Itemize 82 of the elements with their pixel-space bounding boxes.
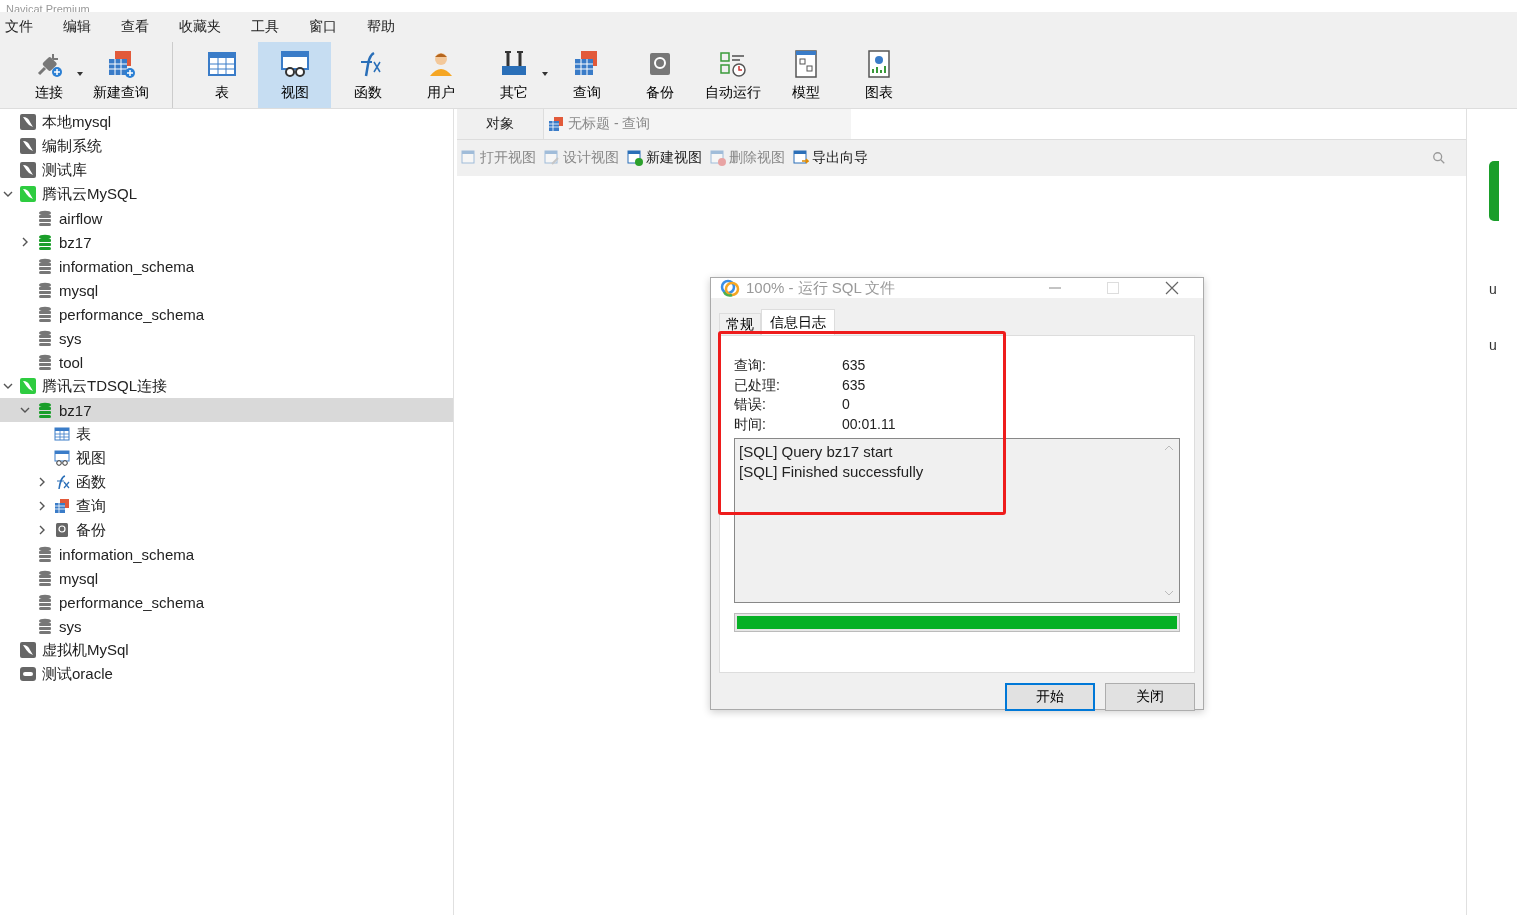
tree-item[interactable]: 测试oracle [0, 662, 453, 686]
view-open-icon [461, 150, 477, 166]
tree-item[interactable]: airflow [0, 206, 453, 230]
oracle-icon [20, 666, 36, 682]
toolbar-button[interactable]: 函数 [331, 42, 404, 108]
view-export-icon [793, 150, 809, 166]
view-icon [278, 48, 311, 80]
toolbar-button[interactable]: 备份 [623, 42, 696, 108]
panel-text: u [1489, 281, 1498, 297]
stat-label: 时间: [734, 414, 767, 434]
tree-item[interactable]: sys [0, 614, 453, 638]
tree-item[interactable]: 腾讯云MySQL [0, 182, 453, 206]
stat-value: 635 [842, 375, 867, 395]
toolbar-button[interactable]: 查询 [550, 42, 623, 108]
close-icon[interactable] [1165, 281, 1179, 295]
log-line: [SQL] Query bz17 start [739, 442, 894, 462]
scroll-up-icon[interactable] [1164, 445, 1174, 451]
tree-item[interactable]: mysql [0, 278, 453, 302]
query-icon [54, 498, 70, 514]
function-icon [54, 474, 70, 490]
toolbar-button[interactable]: 新建查询 [85, 42, 173, 108]
toolbar-button[interactable]: 用户 [404, 42, 477, 108]
dropdown-arrow-icon [77, 72, 83, 76]
tab[interactable]: 对象 [457, 109, 543, 139]
tree-item[interactable]: 表 [0, 422, 453, 446]
tree-item[interactable]: bz17 [0, 398, 453, 422]
stat-label: 查询: [734, 356, 767, 375]
menu-item[interactable]: 帮助 [367, 16, 395, 38]
menu-item[interactable]: 工具 [251, 16, 279, 38]
tree-item[interactable]: bz17 [0, 230, 453, 254]
stat-label: 错误: [734, 395, 767, 414]
stat-label: 已处理: [734, 375, 781, 395]
backup-icon [54, 522, 70, 538]
stat-value: 0 [842, 395, 851, 414]
toolbar-button[interactable]: 连接 [12, 42, 85, 108]
tree-item[interactable]: performance_schema [0, 590, 453, 614]
toolbar-button[interactable]: 新建视图 [627, 149, 702, 167]
stat-value: 635 [842, 356, 867, 375]
tree-item[interactable]: information_schema [0, 254, 453, 278]
maximize-icon[interactable] [1107, 282, 1119, 294]
view-new-icon [627, 150, 643, 166]
toolbar-button[interactable]: 视图 [258, 42, 331, 108]
query-icon [548, 116, 564, 132]
toolbar-button[interactable]: 其它 [477, 42, 550, 108]
tree-item[interactable]: sys [0, 326, 453, 350]
tree-item[interactable]: 编制系统 [0, 134, 453, 158]
toolbar-button[interactable]: 自动运行 [696, 42, 769, 108]
menu-item[interactable]: 窗口 [309, 16, 337, 38]
tree-item[interactable]: mysql [0, 566, 453, 590]
toolbar-button[interactable]: 表 [185, 42, 258, 108]
toolbar-button[interactable]: 导出向导 [793, 149, 868, 167]
dropdown-arrow-icon [542, 72, 548, 76]
tree-item[interactable]: 腾讯云TDSQL连接 [0, 374, 453, 398]
tree-item[interactable]: 虚拟机MySql [0, 638, 453, 662]
panel-text: u [1489, 337, 1498, 353]
tree-item[interactable]: 函数 [0, 470, 453, 494]
tree-item[interactable]: 查询 [0, 494, 453, 518]
view-delete-icon [710, 150, 726, 166]
stat-value: 00:01.11 [842, 414, 897, 434]
tree-item[interactable]: tool [0, 350, 453, 374]
view-design-icon [544, 150, 560, 166]
tree-item[interactable]: 备份 [0, 518, 453, 542]
table-icon [54, 426, 70, 442]
toolbar-button[interactable]: 图表 [842, 42, 915, 108]
dialog-button[interactable]: 关闭 [1105, 683, 1195, 711]
log-line: [SQL] Finished successfully [739, 462, 925, 482]
tree-item[interactable]: 本地mysql [0, 110, 453, 134]
dialog-button[interactable]: 开始 [1005, 683, 1095, 711]
tree-item[interactable]: performance_schema [0, 302, 453, 326]
menu-item[interactable]: 收藏夹 [179, 16, 221, 38]
scroll-down-icon[interactable] [1164, 590, 1174, 596]
app-logo-icon [720, 278, 740, 298]
toolbar-button[interactable]: 模型 [769, 42, 842, 108]
menu-item[interactable]: 查看 [121, 16, 149, 38]
menu-item[interactable]: 文件 [5, 16, 33, 38]
tree-item[interactable]: 视图 [0, 446, 453, 470]
tree-item[interactable]: information_schema [0, 542, 453, 566]
menu-item[interactable]: 编辑 [63, 16, 91, 38]
tree-item[interactable]: 测试库 [0, 158, 453, 182]
dialog-title: 100% - 运行 SQL 文件 [746, 278, 896, 298]
search-icon[interactable] [1432, 151, 1446, 165]
view-icon [54, 450, 70, 466]
